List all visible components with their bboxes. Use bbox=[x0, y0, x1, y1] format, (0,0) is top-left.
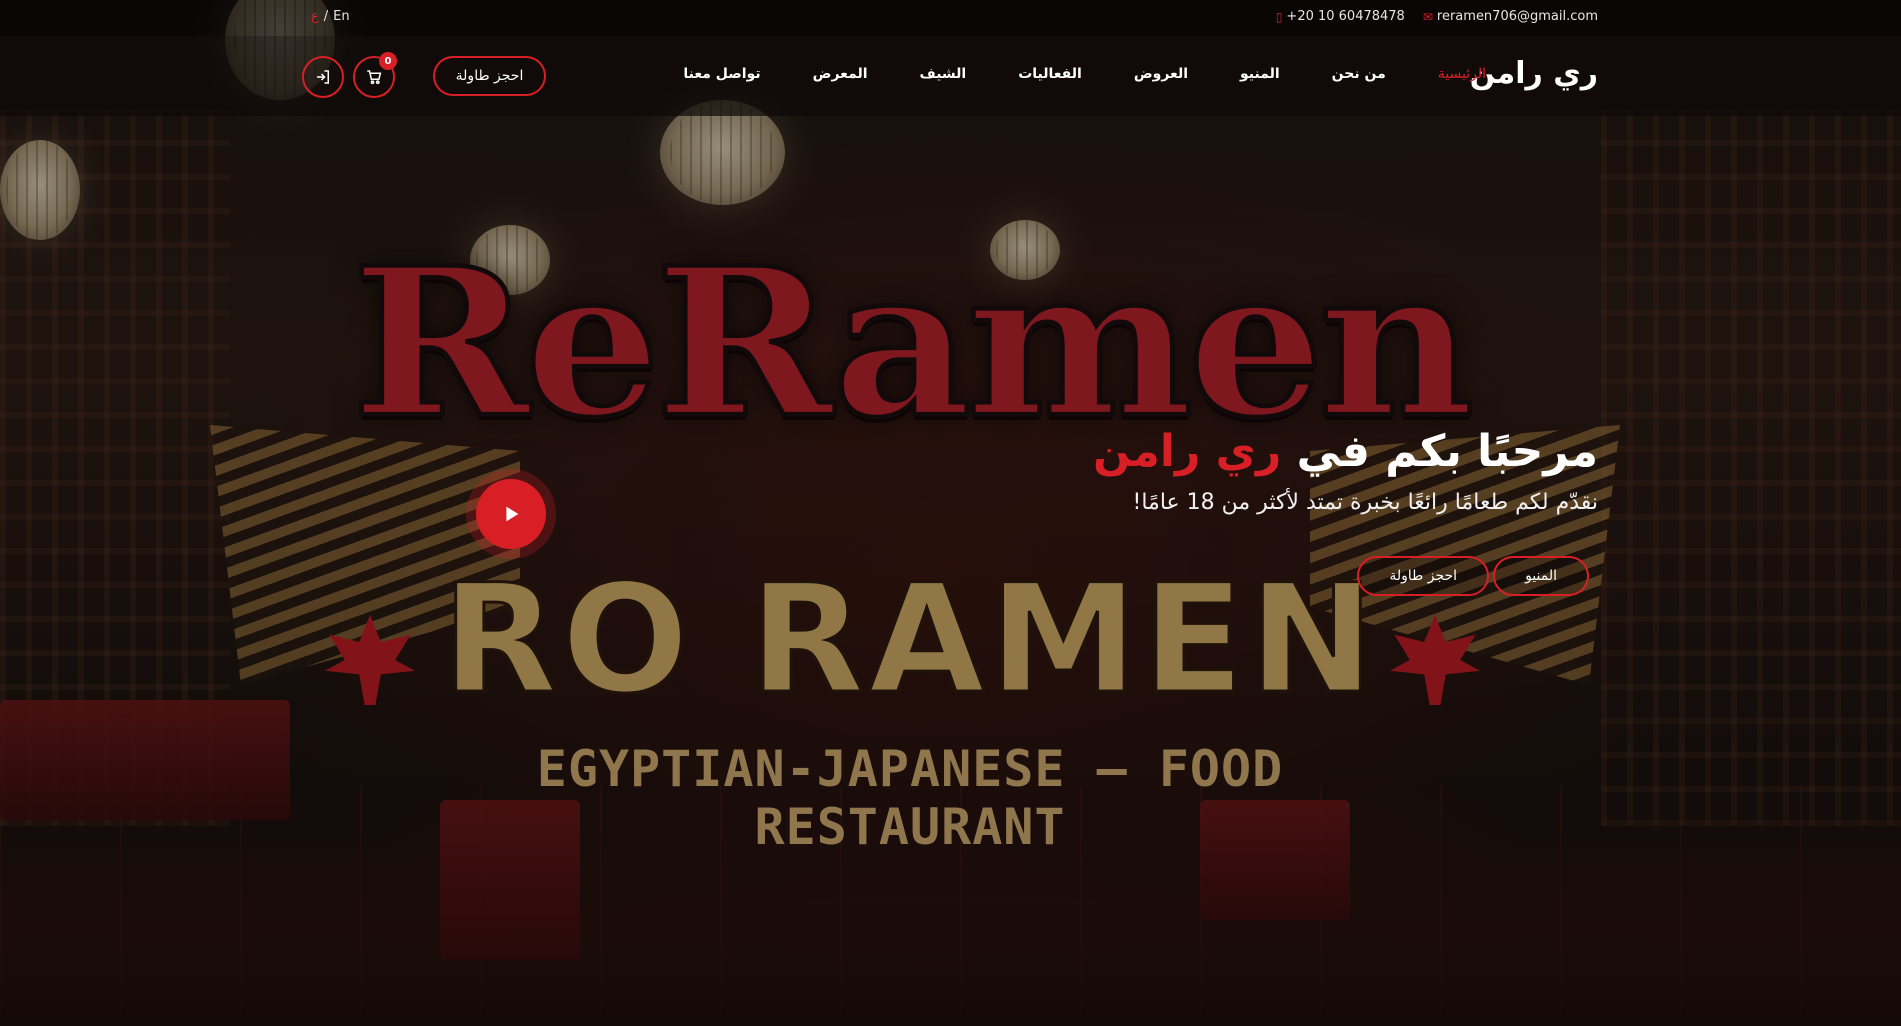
hero-title-prefix: مرحبًا بكم في bbox=[1296, 426, 1598, 477]
login-button[interactable] bbox=[302, 56, 344, 98]
lang-separator: / bbox=[323, 9, 329, 24]
email-contact[interactable]: ✉ reramen706@gmail.com bbox=[1423, 9, 1598, 24]
hero-menu-button[interactable]: المنيو bbox=[1493, 556, 1589, 596]
contact-info: ▯ +20 10 60478478 ✉ reramen706@gmail.com bbox=[1276, 9, 1598, 24]
nav-item-offers[interactable]: العروض bbox=[1134, 66, 1188, 82]
phone-contact[interactable]: ▯ +20 10 60478478 bbox=[1276, 9, 1405, 24]
hero-buttons: المنيو احجز طاولة bbox=[1357, 556, 1589, 596]
nav-item-menu[interactable]: المنيو bbox=[1240, 66, 1280, 82]
phone-icon: ▯ bbox=[1275, 9, 1283, 24]
hero-book-table-button[interactable]: احجز طاولة bbox=[1357, 556, 1490, 596]
lang-arabic-link[interactable]: ع bbox=[311, 9, 319, 24]
nav-item-contact[interactable]: تواصل معنا bbox=[683, 66, 760, 82]
login-icon bbox=[317, 70, 329, 84]
dark-overlay bbox=[0, 0, 1901, 1026]
hero-title: مرحبًا بكم في ري رامن bbox=[1093, 426, 1598, 477]
phone-number: +20 10 60478478 bbox=[1286, 9, 1405, 24]
cart-icon bbox=[367, 70, 382, 85]
hero-background: ReRamen RO RAMEN EGYPTIAN-JAPANESE – FOO… bbox=[0, 0, 1901, 1026]
email-address: reramen706@gmail.com bbox=[1436, 9, 1598, 24]
lang-english-link[interactable]: En bbox=[333, 9, 349, 24]
nav-item-about[interactable]: من نحن bbox=[1332, 66, 1386, 82]
cart-button[interactable]: 0 bbox=[353, 52, 397, 98]
top-info-bar: ▯ +20 10 60478478 ✉ reramen706@gmail.com… bbox=[0, 0, 1901, 36]
brand-logo[interactable]: ري رامن bbox=[1470, 56, 1598, 91]
play-icon bbox=[506, 506, 519, 522]
cart-count-badge: 0 bbox=[379, 52, 397, 70]
nav-item-events[interactable]: الفعاليات bbox=[1018, 66, 1082, 82]
hero-title-accent: ري رامن bbox=[1093, 426, 1282, 477]
nav-item-gallery[interactable]: المعرض bbox=[813, 66, 868, 82]
nav-menu: الرئيسية من نحن المنيو العروض الفعاليات … bbox=[683, 66, 1486, 82]
book-table-button[interactable]: احجز طاولة bbox=[433, 56, 546, 96]
mail-icon: ✉ bbox=[1422, 9, 1433, 24]
main-navbar: ري رامن الرئيسية من نحن المنيو العروض ال… bbox=[0, 36, 1901, 116]
hero-subtitle: نقدّم لكم طعامًا رائعًا بخبرة تمتد لأكثر… bbox=[1132, 490, 1598, 516]
play-video-button[interactable] bbox=[476, 479, 546, 549]
hero-content: مرحبًا بكم في ري رامن نقدّم لكم طعامًا ر… bbox=[1093, 426, 1598, 516]
language-switcher: ع / En bbox=[311, 9, 350, 24]
nav-item-chef[interactable]: الشيف bbox=[920, 66, 967, 82]
nav-item-home[interactable]: الرئيسية bbox=[1438, 66, 1486, 82]
